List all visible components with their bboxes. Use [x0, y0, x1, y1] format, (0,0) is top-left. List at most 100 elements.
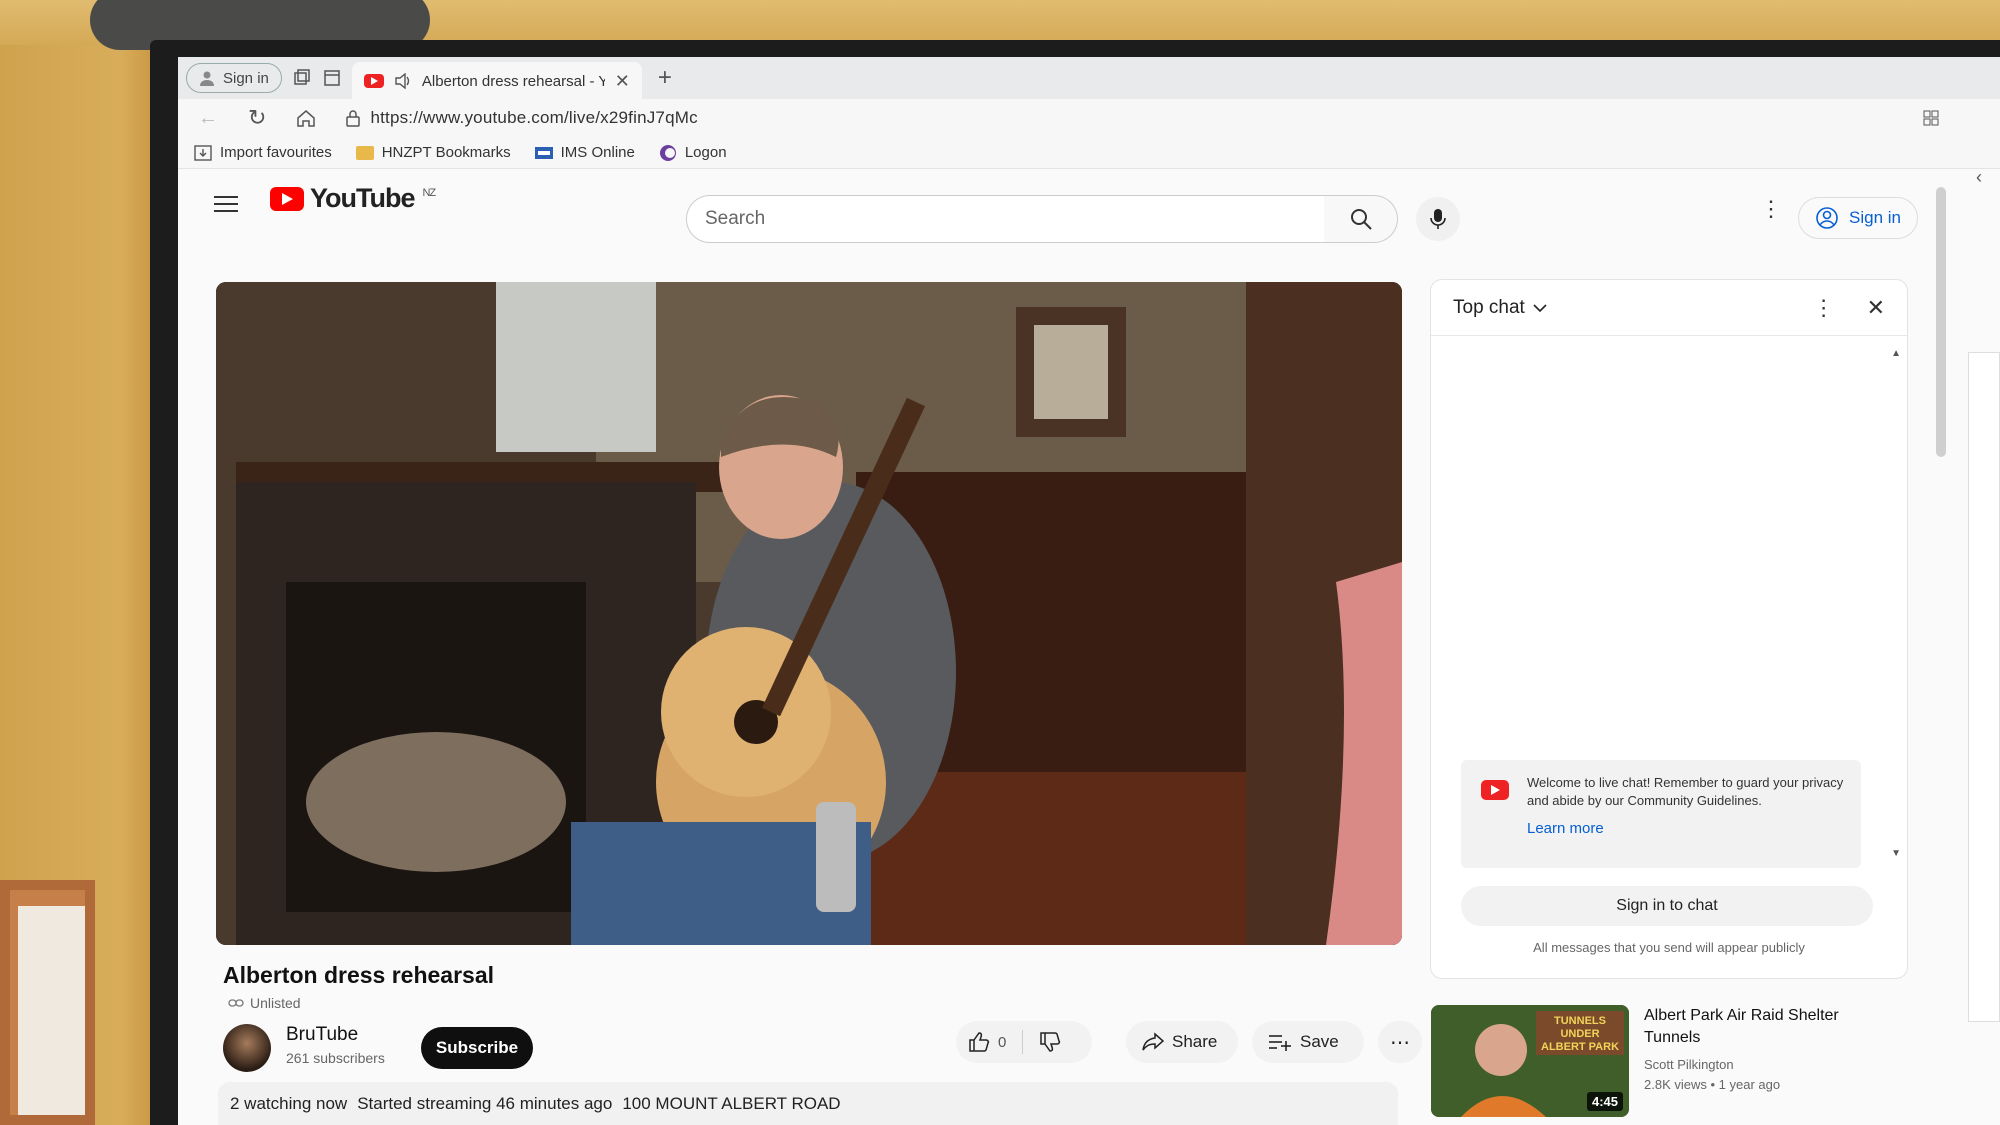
chevron-left-icon: ‹ [1976, 167, 1982, 187]
channel-avatar[interactable] [223, 1024, 271, 1072]
bookmark-ims-online[interactable]: IMS Online [534, 144, 635, 161]
live-chat-panel: Top chat ⋮ ✕ ▲ ▼ Welcome to live chat! R… [1430, 279, 1908, 979]
save-label: Save [1300, 1032, 1339, 1051]
chat-more-icon[interactable]: ⋮ [1813, 295, 1835, 321]
youtube-play-icon [270, 186, 304, 211]
welcome-text: Welcome to live chat! Remember to guard … [1527, 775, 1844, 808]
extensions-icon[interactable] [1922, 109, 1940, 127]
chevron-down-icon [1533, 303, 1547, 313]
scroll-up-icon[interactable]: ▲ [1891, 348, 1901, 359]
youtube-logo[interactable]: YouTube NZ [270, 183, 436, 214]
visibility-badge: Unlisted [228, 995, 301, 1011]
bookmark-label: Logon [684, 144, 727, 161]
search-placeholder: Search [705, 208, 766, 229]
tab-actions-icon[interactable] [322, 68, 342, 88]
home-icon[interactable] [296, 109, 316, 127]
like-button[interactable]: 0 [968, 1031, 1006, 1053]
chat-mode-label: Top chat [1453, 296, 1525, 318]
back-icon[interactable]: ← [198, 107, 218, 130]
sign-in-label: Sign in [1849, 208, 1901, 227]
search-button[interactable] [1324, 195, 1398, 243]
video-title: Alberton dress rehearsal [223, 962, 495, 988]
video-player[interactable] [216, 282, 1402, 945]
search-input[interactable]: Search [686, 195, 1326, 243]
share-icon [1142, 1032, 1164, 1052]
watching-count: 2 watching now [230, 1094, 348, 1113]
profile-button[interactable]: Sign in [186, 63, 282, 93]
picture-frame [0, 880, 95, 1125]
refresh-icon[interactable]: ↻ [248, 105, 266, 131]
bookmarks-bar: Import favourites HNZPT Bookmarks IMS On… [178, 137, 2000, 169]
share-button[interactable]: Share [1126, 1021, 1238, 1063]
bookmark-label: Import favourites [220, 144, 332, 161]
lock-icon[interactable] [346, 109, 361, 127]
profile-label: Sign in [223, 69, 269, 87]
more-actions-button[interactable]: ⋯ [1378, 1021, 1422, 1063]
tab-title: Alberton dress rehearsal - Y [421, 72, 605, 90]
voice-search-button[interactable] [1416, 197, 1460, 241]
close-tab-icon[interactable]: ✕ [615, 71, 630, 92]
visibility-label: Unlisted [250, 995, 301, 1011]
divider [1022, 1030, 1024, 1054]
menu-icon[interactable] [214, 191, 238, 217]
sign-in-to-chat-button[interactable]: Sign in to chat [1461, 886, 1873, 926]
youtube-header: YouTube NZ Search ⋮ Sign in [178, 169, 2000, 243]
thumbnail-text: TUNNELS UNDER ALBERT PARK [1541, 1015, 1620, 1053]
video-duration: 4:45 [1586, 1092, 1623, 1111]
youtube-play-icon [1481, 780, 1509, 800]
like-dislike-group: 0 [956, 1021, 1092, 1063]
subscribe-button[interactable]: Subscribe [421, 1027, 533, 1069]
recommended-channel[interactable]: Scott Pilkington [1644, 1057, 1734, 1072]
video-location: 100 MOUNT ALBERT ROAD [622, 1094, 841, 1113]
account-circle-icon [1815, 206, 1839, 230]
speaker-icon[interactable] [394, 73, 412, 89]
logon-favicon-icon [659, 144, 677, 162]
side-panel-edge [1968, 352, 2000, 1022]
collections-icon[interactable] [292, 68, 312, 88]
learn-more-link[interactable]: Learn more [1527, 820, 1849, 838]
public-notice: All messages that you send will appear p… [1533, 940, 1805, 955]
bookmark-hnzpt[interactable]: HNZPT Bookmarks [355, 144, 511, 161]
search-icon [1349, 207, 1373, 231]
chat-mode-dropdown[interactable]: Top chat [1453, 297, 1547, 319]
region-code: NZ [422, 187, 436, 199]
recommended-thumbnail[interactable]: TUNNELS UNDER ALBERT PARK 4:45 [1431, 1005, 1629, 1117]
bookmark-import-favourites[interactable]: Import favourites [194, 144, 332, 161]
bookmark-label: IMS Online [560, 144, 635, 161]
chat-header: Top chat ⋮ ✕ [1431, 280, 1907, 336]
import-icon [194, 144, 212, 161]
close-chat-icon[interactable]: ✕ [1867, 295, 1885, 321]
recommended-meta: 2.8K views • 1 year ago [1644, 1077, 1781, 1092]
scroll-down-icon[interactable]: ▼ [1891, 848, 1901, 859]
bookmark-logon[interactable]: Logon [659, 144, 727, 162]
chat-welcome-message: Welcome to live chat! Remember to guard … [1461, 760, 1861, 868]
subscriber-count: 261 subscribers [286, 1050, 385, 1066]
recommended-title[interactable]: Albert Park Air Raid Shelter Tunnels [1644, 1005, 1864, 1049]
microphone-icon [1430, 208, 1446, 230]
save-button[interactable]: Save [1252, 1021, 1364, 1063]
new-tab-icon[interactable]: + [658, 64, 672, 92]
share-label: Share [1172, 1032, 1218, 1051]
url-field[interactable]: https://www.youtube.com/live/x29finJ7qMc [346, 108, 698, 128]
youtube-favicon-icon [363, 74, 384, 88]
side-panel-toggle[interactable]: ‹ [1968, 157, 2000, 327]
stream-start: Started streaming 46 minutes ago [357, 1094, 613, 1113]
logo-text: YouTube [310, 183, 415, 213]
sign-in-button[interactable]: Sign in [1798, 197, 1918, 239]
more-horiz-icon: ⋯ [1390, 1031, 1410, 1054]
description-box[interactable]: 2 watching now Started streaming 46 minu… [218, 1082, 1398, 1125]
page-scrollbar[interactable] [1936, 187, 1946, 457]
ims-favicon-icon [534, 146, 553, 159]
tab-active[interactable]: Alberton dress rehearsal - Y ✕ [351, 62, 642, 100]
channel-name[interactable]: BruTube [286, 1024, 358, 1046]
settings-more-icon[interactable]: ⋮ [1760, 198, 1782, 220]
thumbs-up-icon [968, 1031, 990, 1053]
person-icon [199, 70, 215, 86]
link-icon [228, 998, 244, 1008]
bookmark-label: HNZPT Bookmarks [381, 144, 511, 161]
dislike-button[interactable] [1039, 1031, 1061, 1053]
address-bar: ← ↻ https://www.youtube.com/live/x29finJ… [178, 99, 2000, 137]
tab-bar: Sign in Alberton dress rehearsal - Y ✕ + [178, 57, 2000, 100]
url-text: https://www.youtube.com/live/x29finJ7qMc [370, 108, 698, 127]
playlist-add-icon [1268, 1033, 1292, 1051]
